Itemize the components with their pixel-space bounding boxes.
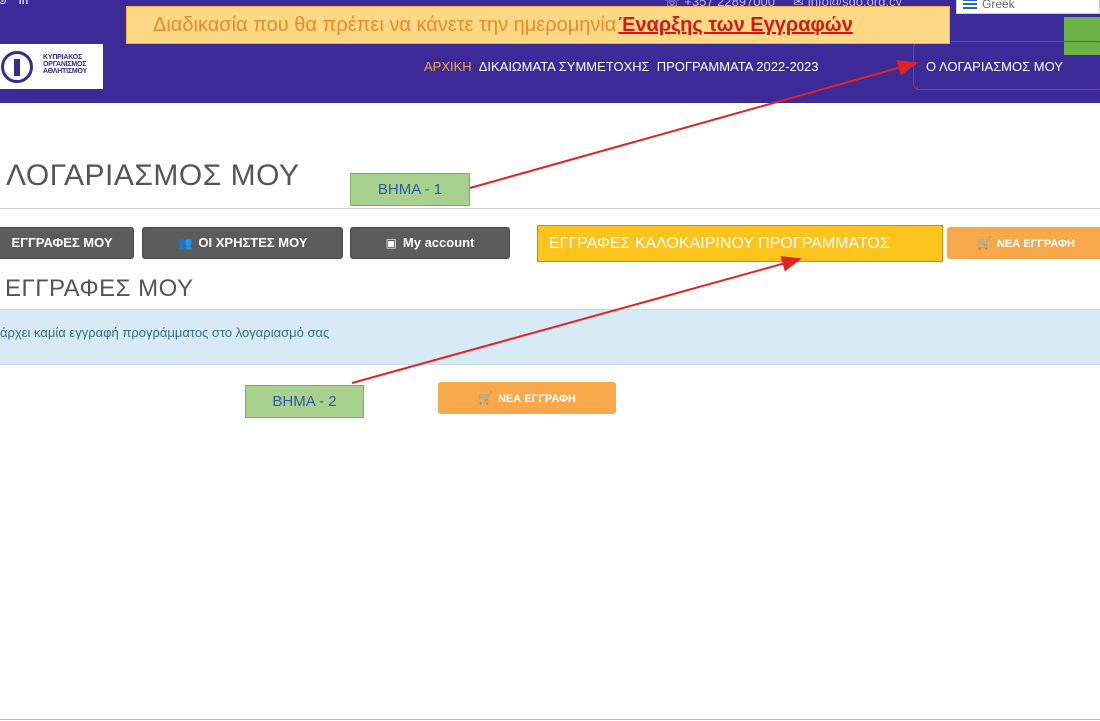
- account-highlight-frame: [913, 41, 1100, 90]
- logo-text: ΚΥΠΡΙΑΚΟΣ ΟΡΓΑΝΙΣΜΟΣ ΑΘΛΗΤΙΣΜΟΥ: [43, 54, 87, 80]
- linkedin-icon[interactable]: in: [17, 0, 30, 8]
- empty-registrations-alert: άρχει καμία εγγραφή προγράμματος στο λογ…: [0, 309, 1100, 365]
- nav-rights[interactable]: ΔΙΚΑΙΩΜΑΤΑ ΣΥΜΜΕΤΟΧΗΣ: [479, 59, 650, 74]
- cart-icon: 🛒: [478, 391, 493, 405]
- tab-my-users-label: ΟΙ ΧΡΗΣΤΕΣ ΜΟΥ: [198, 235, 308, 250]
- tab-my-account-label: My account: [402, 235, 475, 250]
- social-links: ⊙ in: [0, 0, 30, 8]
- logo-line-3: ΑΘΛΗΤΙΣΜΟΥ: [43, 67, 88, 75]
- new-registration-button-top[interactable]: 🛒 ΝΕΑ ΕΓΓΡΑΦΗ: [947, 227, 1100, 259]
- cart-icon: 🛒: [977, 236, 992, 250]
- page-title: ΛΟΓΑΡΙΑΣΜΟΣ ΜΟΥ: [6, 159, 300, 192]
- sgo-logo[interactable]: ΚΥΠΡΙΑΚΟΣ ΟΡΓΑΝΙΣΜΟΣ ΑΘΛΗΤΙΣΜΟΥ: [0, 44, 103, 89]
- step-2-label: ΒΗΜΑ - 2: [245, 385, 364, 418]
- step-1-label: ΒΗΜΑ - 1: [350, 173, 470, 206]
- sgo-emblem-icon: [1, 50, 33, 83]
- logo-line-2: ΟΡΓΑΝΙΣΜΟΣ: [43, 60, 87, 68]
- tab-my-registrations[interactable]: ΕΓΓΡΑΦΕΣ ΜΟΥ: [0, 227, 134, 259]
- greek-flag-icon: [963, 0, 977, 9]
- footer-divider: [0, 719, 1100, 720]
- skype-icon[interactable]: ⊙: [0, 0, 9, 8]
- tab-my-account[interactable]: ▣ My account: [350, 227, 510, 259]
- language-select[interactable]: Greek: [956, 0, 1100, 14]
- main-nav: ΑΡΧΙΚΗ ΔΙΚΑΙΩΜΑΤΑ ΣΥΜΜΕΤΟΧΗΣ ΠΡΟΓΡΑΜΜΑΤΑ…: [424, 59, 1063, 74]
- new-registration-label: ΝΕΑ ΕΓΓΡΑΦΗ: [497, 393, 576, 405]
- id-card-icon: ▣: [385, 236, 397, 250]
- banner-text: Διαδικασία που θα πρέπει να κάνετε την η…: [153, 14, 617, 36]
- nav-programs[interactable]: ΠΡΟΓΡΑΜΜΑΤΑ 2022-2023: [657, 59, 819, 74]
- title-divider: [0, 208, 1100, 209]
- tab-my-registrations-label: ΕΓΓΡΑΦΕΣ ΜΟΥ: [11, 235, 113, 250]
- logo-tagline: [43, 75, 87, 80]
- logo-line-1: ΚΥΠΡΙΑΚΟΣ: [43, 53, 83, 61]
- new-registration-button[interactable]: 🛒 ΝΕΑ ΕΓΓΡΑΦΗ: [438, 382, 616, 414]
- new-registration-label-top: ΝΕΑ ΕΓΓΡΑΦΗ: [996, 238, 1075, 250]
- nav-home[interactable]: ΑΡΧΙΚΗ: [424, 59, 472, 74]
- tab-my-users[interactable]: 👥 ΟΙ ΧΡΗΣΤΕΣ ΜΟΥ: [142, 227, 343, 259]
- banner-emphasis: Έναρξης των Εγγραφών: [618, 14, 853, 36]
- empty-message: άρχει καμία εγγραφή προγράμματος στο λογ…: [0, 325, 330, 340]
- language-label: Greek: [982, 0, 1015, 11]
- instruction-banner: Διαδικασία που θα πρέπει να κάνετε την η…: [126, 6, 950, 44]
- users-icon: 👥: [177, 236, 193, 250]
- summer-registrations-label: ΕΓΓΡΑΦΕΣ ΚΑΛΟΚΑΙΡΙΝΟΥ ΠΡΟΓΡΑΜΜΑΤΟΣ: [537, 225, 943, 262]
- section-title: ΕΓΓΡΑΦΕΣ ΜΟΥ: [5, 275, 194, 302]
